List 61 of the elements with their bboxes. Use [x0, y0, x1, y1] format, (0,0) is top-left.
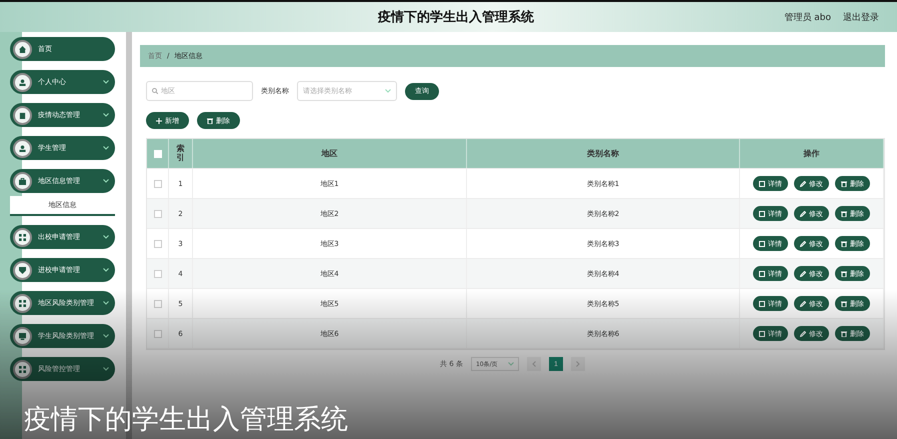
- pencil-icon: [800, 270, 806, 276]
- grid-icon: [19, 366, 26, 372]
- chevron-right-icon: [576, 361, 580, 367]
- row-checkbox[interactable]: [154, 300, 162, 308]
- chevron-down-icon: [103, 334, 109, 338]
- chevron-down-icon: [103, 367, 109, 371]
- prev-page-button[interactable]: [526, 357, 541, 371]
- chevron-down-icon: [103, 268, 109, 272]
- chevron-down-icon: [103, 80, 109, 84]
- monitor-icon: [19, 332, 26, 340]
- app-title: 疫情下的学生出入管理系统: [376, 8, 536, 26]
- document-icon: [759, 300, 765, 306]
- row-checkbox[interactable]: [154, 330, 162, 338]
- grid-icon: [19, 234, 26, 240]
- trash-icon: [841, 330, 847, 336]
- pencil-icon: [800, 180, 806, 186]
- pencil-icon: [800, 210, 806, 216]
- user-label: 管理员 abo: [784, 12, 831, 24]
- trash-icon: [841, 270, 847, 276]
- column-header: 索引: [176, 144, 184, 162]
- pencil-icon: [800, 330, 806, 336]
- document-icon: [759, 210, 765, 216]
- home-icon: [19, 46, 26, 52]
- chevron-down-icon: [103, 301, 109, 305]
- row-checkbox[interactable]: [154, 210, 162, 218]
- person-icon: [19, 78, 26, 86]
- plus-icon: [156, 118, 162, 124]
- trash-icon: [841, 240, 847, 246]
- column-header: 地区: [193, 139, 467, 168]
- document-icon: [759, 240, 765, 246]
- chevron-left-icon: [532, 361, 536, 367]
- select-all-checkbox[interactable]: [154, 150, 162, 158]
- column-header: 操作: [740, 139, 884, 168]
- document-icon: [759, 270, 765, 276]
- column-header: 类别名称: [467, 139, 740, 168]
- chevron-down-icon: [103, 113, 109, 117]
- trash-icon: [841, 210, 847, 216]
- pencil-icon: [800, 240, 806, 246]
- chevron-down-icon: [103, 235, 109, 239]
- chevron-down-icon: [103, 146, 109, 150]
- row-checkbox[interactable]: [154, 270, 162, 278]
- shield-icon: [19, 266, 26, 274]
- next-page-button[interactable]: [570, 357, 585, 371]
- dropdown-caret-icon: [385, 89, 391, 93]
- grid-icon: [19, 300, 26, 306]
- row-checkbox[interactable]: [154, 240, 162, 248]
- clipboard-icon: [19, 112, 26, 118]
- briefcase-icon: [19, 178, 26, 184]
- trash-icon: [207, 118, 213, 124]
- caption-text: 疫情下的学生出入管理系统: [24, 403, 348, 437]
- document-icon: [759, 330, 765, 336]
- chevron-down-icon: [103, 179, 109, 183]
- row-checkbox[interactable]: [154, 180, 162, 188]
- trash-icon: [841, 180, 847, 186]
- logout-link[interactable]: 退出登录: [843, 10, 879, 24]
- document-icon: [759, 180, 765, 186]
- person-icon: [19, 144, 26, 152]
- dropdown-caret-icon: [508, 362, 514, 366]
- trash-icon: [841, 300, 847, 306]
- pencil-icon: [800, 300, 806, 306]
- search-icon: [152, 88, 158, 94]
